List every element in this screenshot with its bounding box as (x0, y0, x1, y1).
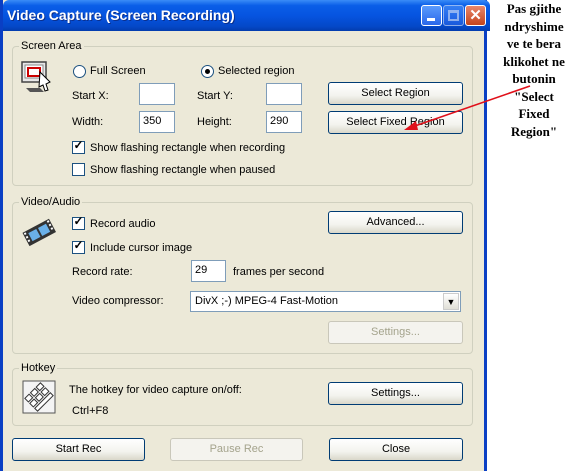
height-label: Height: (197, 116, 232, 128)
compressor-settings-button: Settings... (328, 321, 463, 344)
start-y-input[interactable] (266, 83, 302, 105)
include-cursor-label: Include cursor image (90, 242, 193, 254)
flash-when-paused-checkbox[interactable] (72, 163, 85, 176)
video-capture-dialog: Video Capture (Screen Recording) ✕ Scree… (0, 0, 490, 471)
width-label: Width: (72, 116, 104, 128)
maximize-button (443, 5, 464, 26)
video-audio-label: Video/Audio (19, 196, 83, 208)
start-y-label: Start Y: (197, 90, 233, 102)
screen-area-label: Screen Area (19, 40, 84, 52)
select-fixed-region-button[interactable]: Select Fixed Region (328, 111, 463, 134)
hotkey-settings-button[interactable]: Settings... (328, 382, 463, 405)
start-rec-button[interactable]: Start Rec (12, 438, 145, 461)
close-window-button[interactable]: ✕ (465, 5, 486, 26)
check-icon: ✓ (73, 138, 84, 152)
start-x-label: Start X: (72, 90, 109, 102)
select-region-button[interactable]: Select Region (328, 82, 463, 105)
close-icon: ✕ (469, 7, 482, 24)
pause-rec-button: Pause Rec (170, 438, 303, 461)
selected-region-dot (205, 69, 210, 74)
keyboard-icon (22, 380, 56, 414)
record-rate-unit: frames per second (233, 266, 325, 278)
selected-region-radio[interactable] (201, 65, 214, 78)
record-rate-input[interactable]: 29 (191, 260, 226, 282)
flash-when-recording-label: Show flashing rectangle when recording (90, 142, 286, 154)
hotkey-description: The hotkey for video capture on/off: (69, 384, 242, 396)
annotation-text: Pas gjithe ndryshime ve te bera klikohet… (503, 1, 565, 139)
close-button[interactable]: Close (329, 438, 463, 461)
video-compressor-label: Video compressor: (72, 295, 164, 307)
full-screen-radio[interactable] (73, 65, 86, 78)
video-compressor-value: DivX ;-) MPEG-4 Fast-Motion (195, 295, 339, 307)
flash-when-recording-checkbox[interactable]: ✓ (72, 138, 85, 154)
height-input[interactable]: 290 (266, 111, 302, 133)
record-audio-checkbox[interactable]: ✓ (72, 214, 85, 230)
start-x-input[interactable] (139, 83, 175, 105)
hotkey-label: Hotkey (19, 362, 58, 374)
record-audio-label: Record audio (90, 218, 156, 230)
screen-selection-icon (21, 61, 51, 92)
check-icon: ✓ (73, 214, 84, 228)
include-cursor-checkbox[interactable]: ✓ (72, 238, 85, 254)
video-compressor-select[interactable]: DivX ;-) MPEG-4 Fast-Motion ▼ (190, 291, 461, 312)
selected-region-label: Selected region (218, 65, 295, 77)
check-icon: ✓ (73, 238, 84, 252)
minimize-button[interactable] (421, 5, 442, 26)
advanced-button[interactable]: Advanced... (328, 211, 463, 234)
maximize-icon (448, 10, 459, 21)
window-title: Video Capture (Screen Recording) (7, 7, 235, 23)
minimize-icon (427, 18, 435, 21)
title-bar[interactable]: Video Capture (Screen Recording) ✕ (3, 0, 490, 31)
film-camera-icon (22, 218, 56, 247)
flash-when-paused-label: Show flashing rectangle when paused (90, 164, 276, 176)
width-input[interactable]: 350 (139, 111, 175, 133)
record-rate-label: Record rate: (72, 266, 133, 278)
chevron-down-icon[interactable]: ▼ (443, 293, 459, 310)
hotkey-keys: Ctrl+F8 (72, 405, 109, 417)
full-screen-label: Full Screen (90, 65, 146, 77)
